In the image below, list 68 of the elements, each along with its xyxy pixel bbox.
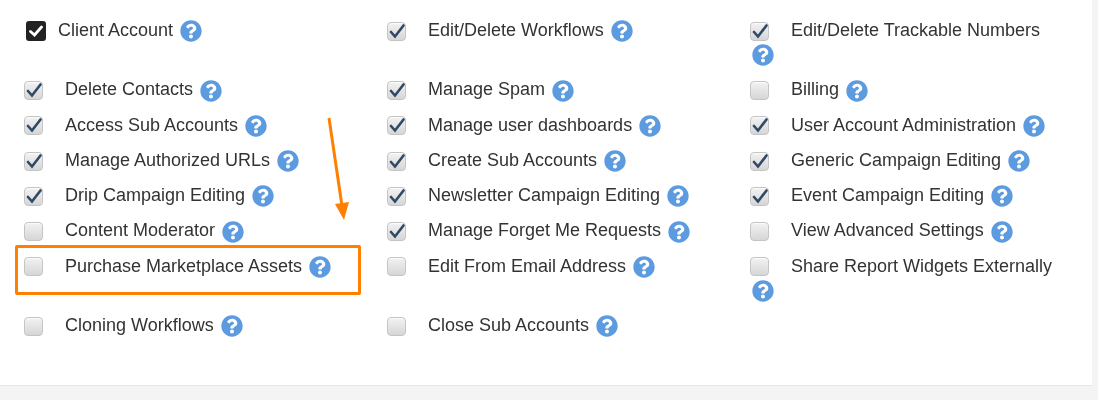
help-icon[interactable] bbox=[180, 20, 203, 43]
help-icon[interactable] bbox=[633, 255, 656, 278]
help-icon[interactable] bbox=[752, 279, 774, 302]
checkbox[interactable] bbox=[750, 257, 769, 277]
checkbox[interactable] bbox=[24, 151, 43, 171]
permission-label: Edit/Delete Workflows bbox=[428, 20, 604, 40]
checkbox[interactable] bbox=[26, 21, 46, 42]
help-icon[interactable] bbox=[200, 79, 223, 102]
checkbox[interactable] bbox=[750, 151, 769, 171]
checkbox[interactable] bbox=[750, 222, 769, 241]
help-icon[interactable] bbox=[245, 114, 268, 137]
checkbox[interactable] bbox=[387, 316, 406, 336]
help-icon[interactable] bbox=[1008, 150, 1031, 172]
checkbox[interactable] bbox=[24, 222, 43, 241]
checkbox[interactable] bbox=[750, 81, 769, 100]
permission-label: Close Sub Accounts bbox=[428, 314, 590, 335]
permission-label: Access Sub Accounts bbox=[65, 114, 239, 135]
permission-label: Manage Authorized URLs bbox=[65, 149, 271, 170]
checkbox[interactable] bbox=[24, 186, 43, 206]
help-icon[interactable] bbox=[1023, 114, 1046, 137]
help-icon[interactable] bbox=[552, 79, 575, 102]
permission-label: Edit/Delete Trackable Numbers bbox=[791, 20, 1041, 40]
permission-label: User Account Administration bbox=[791, 114, 1017, 135]
checkbox[interactable] bbox=[387, 222, 406, 241]
permission-label: Delete Contacts bbox=[65, 79, 194, 100]
checkbox[interactable] bbox=[750, 116, 769, 136]
permission-label: Drip Campaign Editing bbox=[65, 185, 246, 205]
help-icon[interactable] bbox=[220, 315, 243, 337]
permission-label: Newsletter Campaign Editing bbox=[428, 185, 661, 205]
help-icon[interactable] bbox=[610, 20, 633, 43]
help-icon[interactable] bbox=[309, 255, 332, 278]
help-icon[interactable] bbox=[222, 220, 245, 243]
permission-label: Billing bbox=[791, 79, 840, 100]
checkbox[interactable] bbox=[24, 81, 43, 100]
permission-label: Manage user dashboards bbox=[428, 114, 633, 135]
help-icon[interactable] bbox=[667, 185, 690, 208]
permission-label: Manage Spam bbox=[428, 79, 546, 100]
help-icon[interactable] bbox=[846, 79, 869, 102]
permission-label: View Advanced Settings bbox=[791, 220, 984, 241]
help-icon[interactable] bbox=[596, 315, 619, 337]
permission-label: Create Sub Accounts bbox=[428, 149, 598, 170]
permission-label: Cloning Workflows bbox=[65, 314, 214, 335]
permission-label: Event Campaign Editing bbox=[791, 185, 985, 205]
help-icon[interactable] bbox=[991, 185, 1014, 208]
permission-label: Edit From Email Address bbox=[428, 255, 627, 276]
help-icon[interactable] bbox=[604, 150, 627, 172]
checkbox[interactable] bbox=[387, 116, 406, 136]
checkbox[interactable] bbox=[24, 257, 43, 277]
permission-label: Content Moderator bbox=[65, 220, 216, 241]
help-icon[interactable] bbox=[990, 220, 1013, 243]
permission-label: Client Account bbox=[58, 20, 174, 40]
help-icon[interactable] bbox=[277, 150, 300, 172]
checkbox[interactable] bbox=[387, 257, 406, 277]
checkbox[interactable] bbox=[750, 186, 769, 206]
checkbox[interactable] bbox=[387, 151, 406, 171]
help-icon[interactable] bbox=[668, 220, 691, 243]
checkbox[interactable] bbox=[750, 21, 769, 41]
checkbox[interactable] bbox=[24, 116, 43, 136]
checkbox[interactable] bbox=[387, 81, 406, 100]
checkbox[interactable] bbox=[387, 21, 406, 41]
checkbox[interactable] bbox=[387, 186, 406, 206]
help-icon[interactable] bbox=[252, 185, 275, 208]
permission-label: Purchase Marketplace Assets bbox=[65, 255, 303, 276]
permission-label: Manage Forget Me Requests bbox=[428, 220, 662, 241]
permission-label: Generic Campaign Editing bbox=[791, 149, 1002, 170]
help-icon[interactable] bbox=[639, 114, 662, 137]
permission-label: Share Report Widgets Externally bbox=[791, 255, 1053, 276]
checkbox[interactable] bbox=[24, 316, 43, 336]
